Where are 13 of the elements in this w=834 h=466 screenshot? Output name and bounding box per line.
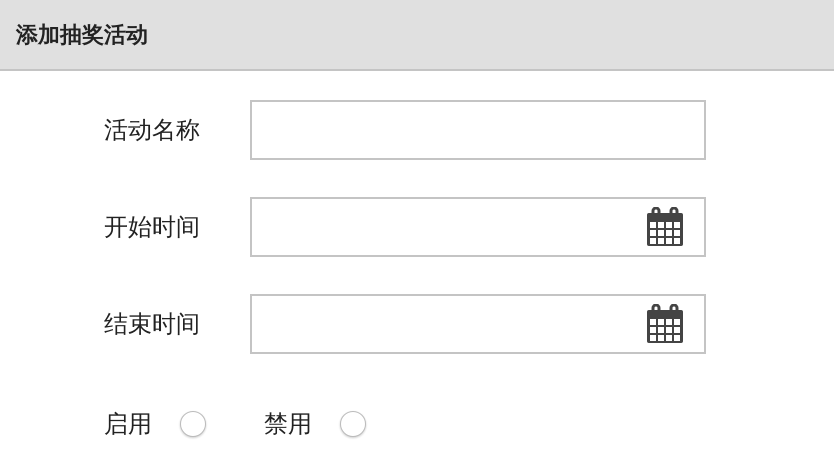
field-label: 开始时间 [104,212,201,243]
input-field[interactable] [250,100,706,160]
radio-button[interactable] [180,411,206,437]
field-label: 活动名称 [104,115,201,146]
radio-label: 禁用 [264,409,312,440]
calendar-icon[interactable] [646,207,684,247]
field-label: 结束时间 [104,309,201,340]
date-field[interactable] [250,197,706,257]
radio-button[interactable] [340,411,366,437]
page-title: 添加抽奖活动 [16,22,148,50]
calendar-icon[interactable] [646,304,684,344]
date-field[interactable] [250,294,706,354]
radio-label: 启用 [104,409,152,440]
